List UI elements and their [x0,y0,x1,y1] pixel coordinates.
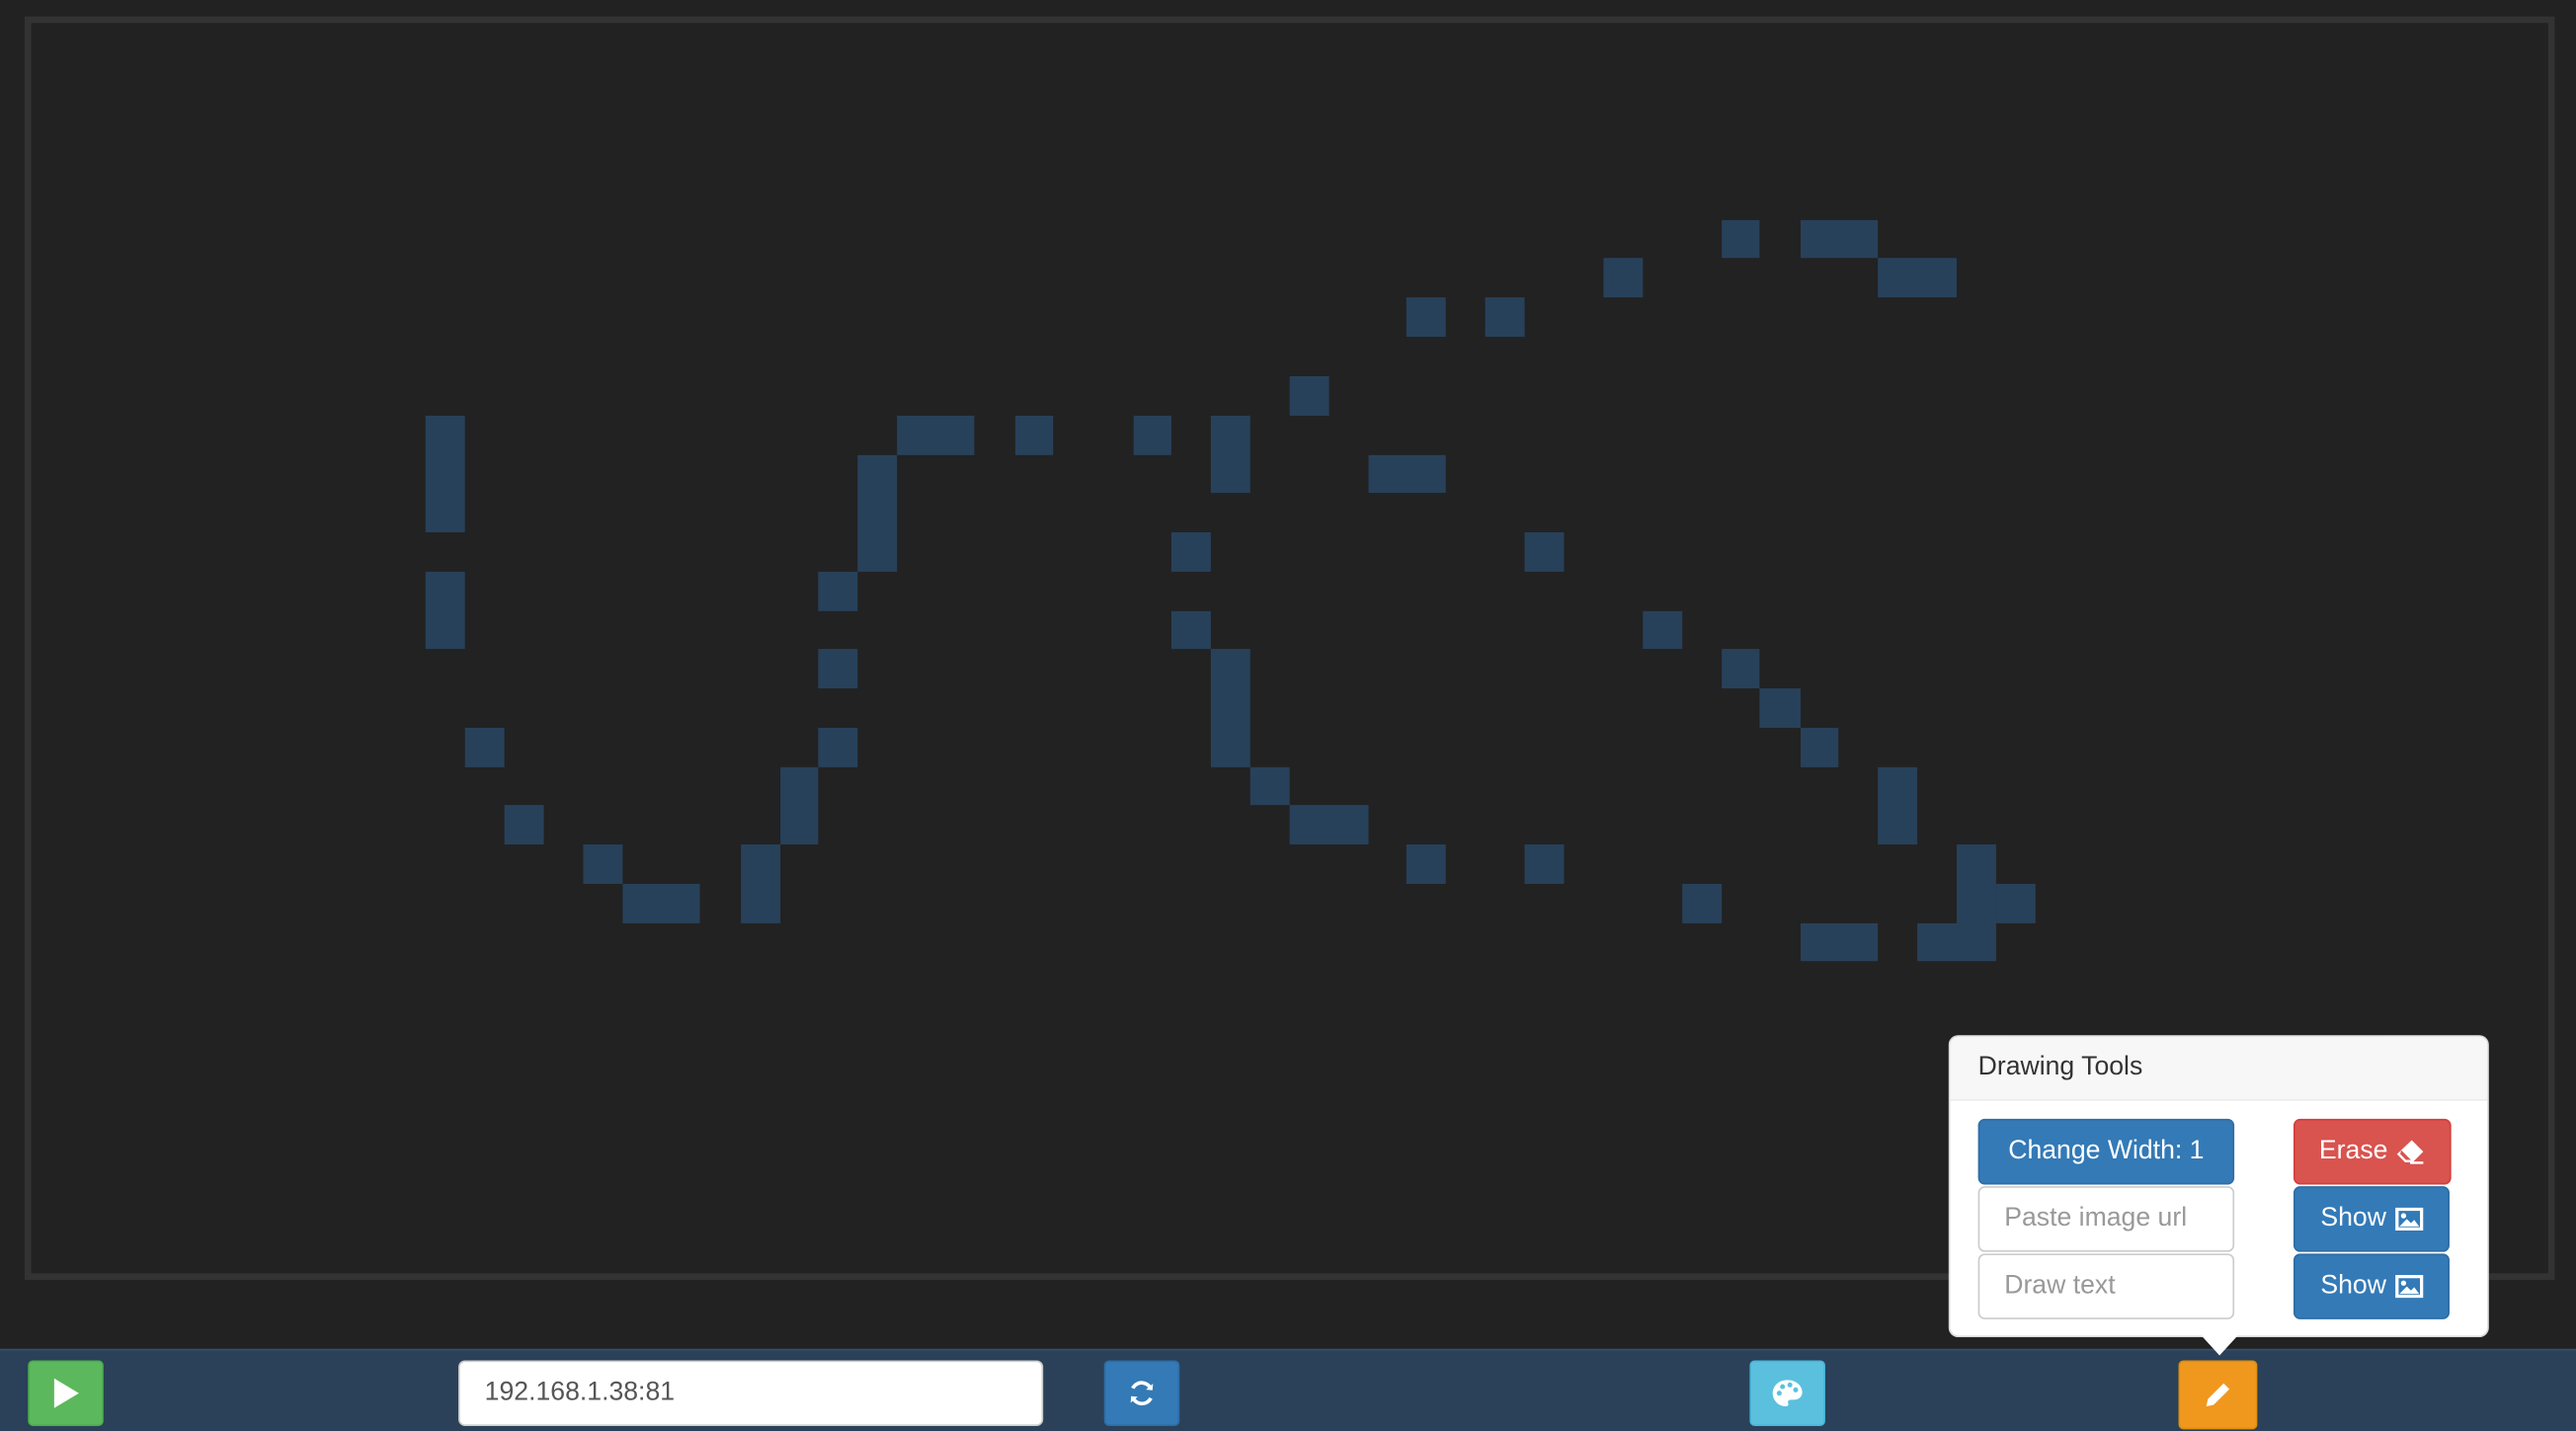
drawn-pixel [1603,258,1644,298]
drawn-pixel [1995,884,2036,923]
drawn-pixel [1524,532,1565,572]
erase-button[interactable]: Erase [2293,1118,2452,1185]
drawn-pixel [1722,219,1760,259]
drawn-pixel [583,844,623,885]
drawn-pixel [1800,219,1879,259]
drawn-pixel [1368,454,1446,494]
drawn-pixel [818,571,858,611]
image-icon [2394,1274,2423,1299]
drawn-pixel [425,571,465,650]
drawn-pixel [1133,415,1171,455]
drawn-pixel [425,415,465,533]
refresh-icon [1130,1381,1154,1406]
popover-title: Drawing Tools [1950,1036,2488,1101]
show-text-button[interactable]: Show [2293,1253,2450,1319]
drawn-pixel [1800,727,1839,767]
change-width-label: Change Width: 1 [2008,1137,2205,1165]
drawn-pixel [741,844,781,923]
palette-icon [1772,1380,1803,1407]
popover-arrow [2201,1335,2238,1356]
drawn-pixel [1249,766,1290,806]
draw-text-input[interactable] [1977,1253,2235,1319]
play-icon [53,1378,79,1408]
drawn-pixel [897,415,975,455]
drawn-pixel [857,454,898,572]
drawn-pixel [1014,415,1054,455]
drawn-pixel [1406,844,1446,885]
refresh-button[interactable] [1103,1360,1180,1427]
drawn-pixel [1406,297,1446,338]
drawn-pixel [1485,297,1525,338]
drawn-pixel [1210,649,1250,767]
drawn-pixel [1170,610,1211,650]
drawn-pixel [1210,415,1250,494]
show-text-label: Show [2320,1271,2386,1300]
drawn-pixel [1643,610,1683,650]
drawn-pixel [622,884,700,923]
drawn-pixel [464,727,505,767]
drawn-pixel [1878,258,1957,298]
erase-label: Erase [2318,1137,2388,1165]
drawn-pixel [818,649,858,689]
eraser-icon [2397,1140,2425,1164]
drawn-pixel [1170,532,1211,572]
drawing-tools-button[interactable] [2178,1360,2258,1430]
drawn-pixel [504,805,544,845]
drawn-pixel [1956,844,1996,923]
drawn-pixel [1759,688,1801,728]
drawn-pixel [1878,766,1918,845]
change-width-button[interactable]: Change Width: 1 [1977,1118,2235,1185]
show-image-label: Show [2320,1204,2386,1232]
pencil-icon [2206,1383,2230,1407]
palette-button[interactable] [1749,1360,1825,1427]
drawn-pixel [1524,844,1565,885]
show-image-button[interactable]: Show [2293,1186,2450,1252]
drawn-pixel [1800,922,1879,962]
image-url-input[interactable] [1977,1186,2235,1252]
drawn-pixel [1682,884,1723,923]
drawn-pixel [1917,922,1996,962]
drawn-pixel [780,766,819,845]
drawn-pixel [1289,805,1369,845]
drawn-pixel [1289,375,1329,416]
address-input[interactable] [458,1360,1044,1427]
image-icon [2394,1207,2423,1232]
drawn-pixel [818,727,858,767]
play-button[interactable] [28,1360,104,1427]
drawn-pixel [1722,649,1760,689]
